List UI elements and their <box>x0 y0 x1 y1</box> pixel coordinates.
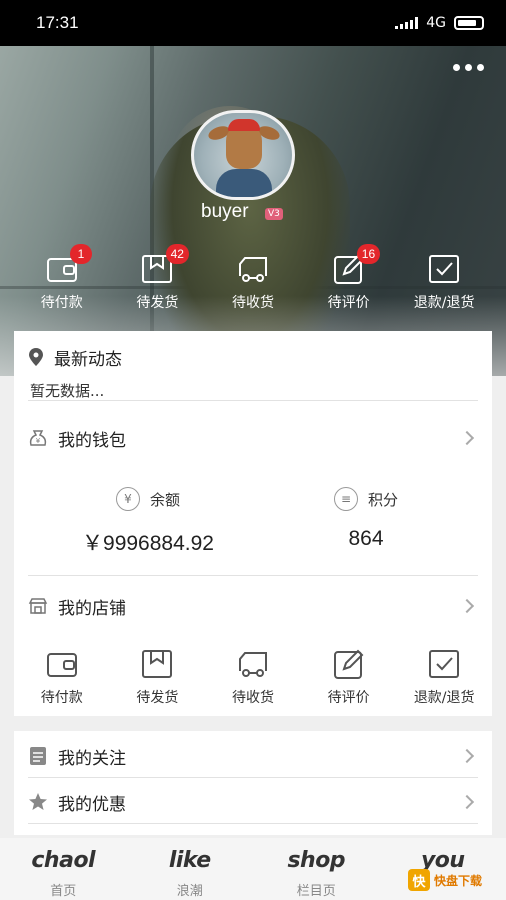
tab-trend[interactable]: like 浪潮 <box>127 838 254 900</box>
buyer-order-status-row: 1 待付款 42 待发货 待收货 16 待评价 退款/退货 <box>14 244 492 322</box>
store-order-refund[interactable]: 退款/退货 <box>396 647 492 707</box>
tab-category[interactable]: shop 栏目页 <box>253 838 380 900</box>
signal-icon <box>395 17 419 29</box>
store-icon <box>28 598 48 614</box>
badge-count: 1 <box>70 244 92 264</box>
menu-card: 我的关注 我的优惠 <box>14 731 492 835</box>
truck-icon <box>238 652 267 677</box>
checkbox-icon <box>429 650 460 678</box>
battery-icon <box>454 16 484 30</box>
profile-header-background <box>0 46 506 376</box>
download-logo-icon: 快 <box>408 869 430 891</box>
coupons-row[interactable]: 我的优惠 <box>28 789 478 815</box>
balance-label: 余额 <box>149 490 180 509</box>
store-order-pending-review[interactable]: 待评价 <box>301 647 397 707</box>
star-icon <box>29 793 47 810</box>
follow-row[interactable]: 我的关注 <box>28 743 478 769</box>
balance-label-row: ¥ 余额 <box>115 487 180 511</box>
tab-label: 首页 <box>50 884 77 899</box>
store-order-pending-shipment[interactable]: 待发货 <box>110 647 206 707</box>
clock: 17:31 <box>36 13 79 32</box>
tab-logo: shop <box>287 848 346 873</box>
status-bar: 17:31 4G <box>0 0 506 46</box>
order-refund[interactable]: 退款/退货 <box>396 252 492 322</box>
chevron-right-icon <box>459 794 475 810</box>
tab-label: 栏目页 <box>296 884 336 899</box>
balance-value: ￥9996884.92 <box>82 532 214 555</box>
order-label: 待评价 <box>327 295 370 311</box>
username: buyer <box>201 201 249 222</box>
coupons-title: 我的优惠 <box>58 794 126 815</box>
chevron-right-icon <box>459 748 475 764</box>
svg-text:¥: ¥ <box>36 437 41 445</box>
main-card: 最新动态 暂无数据... ¥ 我的钱包 ¥ 余额 ￥9996884.92 ≡ 积… <box>14 331 492 716</box>
follow-title: 我的关注 <box>58 748 126 769</box>
checkbox-icon <box>429 255 460 283</box>
order-label: 待收货 <box>231 295 274 311</box>
wallet-icon <box>46 653 77 677</box>
truck-icon <box>238 257 267 282</box>
document-icon <box>30 747 46 765</box>
divider <box>28 400 478 401</box>
network-type: 4G <box>426 15 446 31</box>
more-options-icon[interactable] <box>453 64 484 71</box>
watermark-text: 快盘下载 <box>434 873 483 888</box>
wallet-row[interactable]: ¥ 我的钱包 <box>28 425 478 451</box>
chevron-right-icon <box>459 430 475 446</box>
divider <box>28 575 478 576</box>
order-label: 待发货 <box>136 690 179 706</box>
news-title: 最新动态 <box>54 349 122 370</box>
order-label: 待发货 <box>136 295 179 311</box>
store-order-pending-receipt[interactable]: 待收货 <box>205 647 301 707</box>
order-label: 退款/退货 <box>413 295 475 311</box>
package-icon <box>142 650 173 678</box>
order-pending-payment[interactable]: 1 待付款 <box>14 244 110 322</box>
vip-level-badge: V3 <box>265 208 283 220</box>
tab-home[interactable]: chaol 首页 <box>0 838 127 900</box>
points-label: 积分 <box>367 490 398 509</box>
store-title: 我的店铺 <box>58 598 126 619</box>
chevron-right-icon <box>459 598 475 614</box>
points-label-row: ≡ 积分 <box>333 487 398 511</box>
news-header: 最新动态 <box>28 345 478 370</box>
tab-logo: like <box>168 848 211 873</box>
divider <box>28 777 478 778</box>
points-block[interactable]: ≡ 积分 864 <box>266 487 466 551</box>
order-pending-receipt[interactable]: 待收货 <box>205 252 301 322</box>
status-icons: 4G <box>395 15 484 31</box>
edit-icon <box>333 649 363 679</box>
tab-label: 浪潮 <box>176 884 203 899</box>
order-label: 待评价 <box>327 690 370 706</box>
store-row[interactable]: 我的店铺 <box>28 593 478 619</box>
balance-block[interactable]: ¥ 余额 ￥9996884.92 <box>48 487 248 557</box>
order-label: 退款/退货 <box>413 690 475 706</box>
order-label: 待收货 <box>231 690 274 706</box>
order-pending-review[interactable]: 16 待评价 <box>301 244 397 322</box>
order-pending-shipment[interactable]: 42 待发货 <box>110 244 206 322</box>
money-bag-icon: ¥ <box>29 430 47 446</box>
yuan-icon: ¥ <box>115 487 140 511</box>
divider <box>28 823 478 824</box>
coins-icon: ≡ <box>333 487 358 511</box>
tab-logo: chaol <box>31 848 96 873</box>
store-order-pending-payment[interactable]: 待付款 <box>14 647 110 707</box>
store-order-status-row: 待付款 待发货 待收货 待评价 退款/退货 <box>14 647 492 707</box>
points-value: 864 <box>348 527 384 550</box>
badge-count: 16 <box>356 244 381 264</box>
avatar[interactable] <box>191 110 295 200</box>
order-label: 待付款 <box>40 690 83 706</box>
watermark-logo: 快 快盘下载 <box>408 860 506 900</box>
badge-count: 42 <box>165 244 189 264</box>
location-pin-icon <box>29 348 43 366</box>
wallet-title: 我的钱包 <box>58 430 126 451</box>
order-label: 待付款 <box>40 295 83 311</box>
news-empty-text: 暂无数据... <box>30 382 105 400</box>
